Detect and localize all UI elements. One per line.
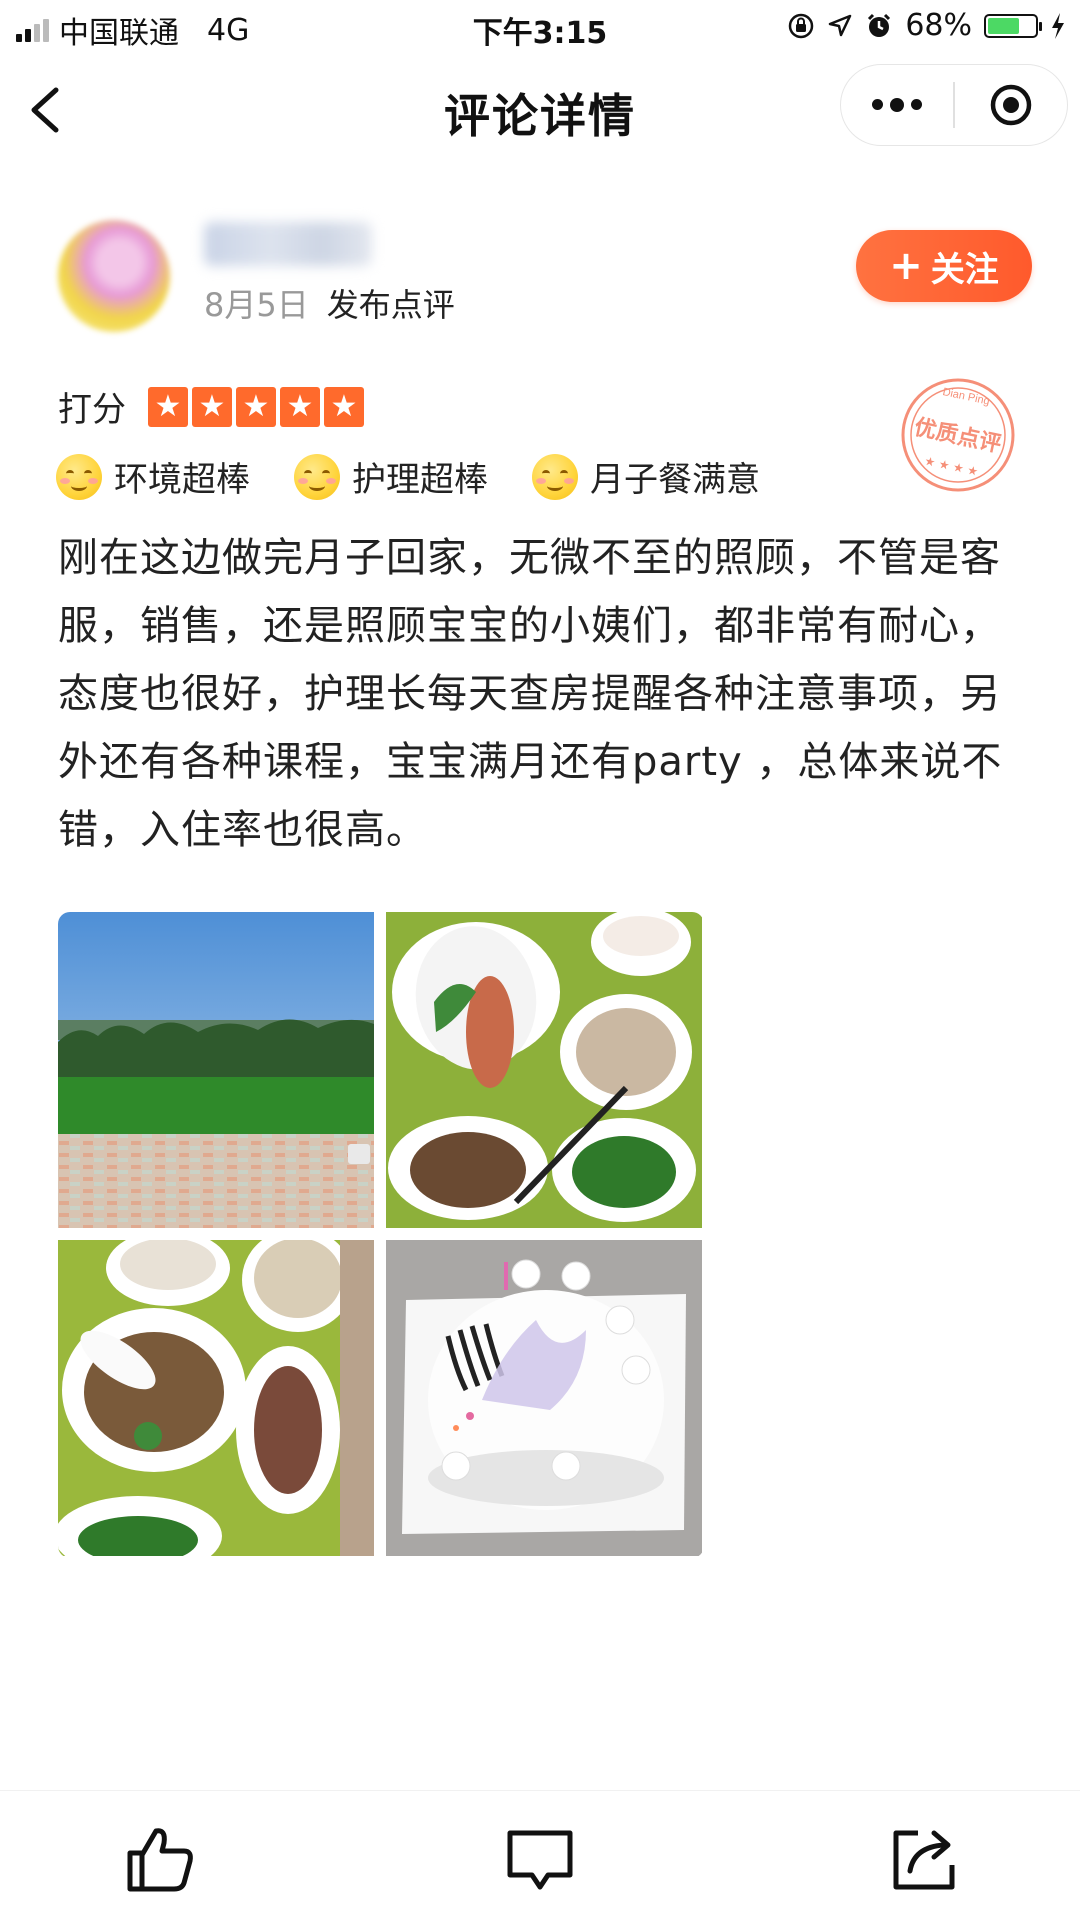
star-icon: ★ (236, 386, 276, 427)
post-meta: 8月5日 发布点评 (204, 280, 455, 326)
plus-icon: + (889, 243, 923, 289)
battery-fill (988, 17, 1019, 34)
star-icon: ★ (148, 386, 188, 427)
soup-meal-photo[interactable] (58, 1240, 374, 1556)
tag-list: 环境超棒 护理超棒 月子餐满意 (56, 452, 760, 501)
tag-label: 护理超棒 (352, 460, 488, 500)
smile-face-icon (532, 453, 578, 500)
battery-icon (984, 13, 1042, 38)
stamp-text: 优质点评 (912, 414, 1003, 458)
review-text: 刚在这边做完月子回家，无微不至的照顾，不管是客服，销售，还是照顾宝宝的小姨们，都… (58, 535, 1003, 853)
quality-review-stamp: Dian Ping 优质点评 ★ ★ ★ ★ (901, 378, 1015, 492)
tag-item: 月子餐满意 (532, 452, 760, 501)
nav-bar: 评论详情 (0, 54, 1080, 162)
status-bar: 中国联通 4G 下午3:15 68% (0, 0, 1080, 54)
cake-photo[interactable] (386, 1240, 702, 1556)
star-icon: ★ (280, 386, 320, 427)
meal-tray-photo[interactable] (386, 912, 702, 1228)
follow-label: 关注 (930, 249, 999, 290)
smile-face-icon (294, 453, 340, 500)
user-name[interactable] (204, 222, 372, 266)
post-date: 8月5日 (204, 286, 309, 324)
garden-lawn-photo[interactable] (58, 912, 374, 1228)
close-target-icon (990, 84, 1032, 126)
stamp-stars: ★ ★ ★ ★ (923, 454, 979, 479)
tag-label: 环境超棒 (114, 460, 250, 500)
rating-row: 打分 ★ ★ ★ ★ ★ (58, 382, 364, 431)
rating-label: 打分 (58, 390, 126, 430)
status-right: 68% (787, 8, 1066, 43)
more-button[interactable] (841, 65, 953, 145)
photo-grid (58, 912, 704, 1558)
more-dots-icon (872, 97, 923, 112)
share-icon[interactable] (886, 1821, 962, 1897)
tag-item: 环境超棒 (56, 452, 250, 501)
bottom-action-bar (0, 1790, 1080, 1920)
mini-program-capsule (840, 64, 1068, 146)
star-icon: ★ (324, 386, 364, 427)
tag-label: 月子餐满意 (590, 460, 760, 500)
star-icon: ★ (192, 386, 232, 427)
review-detail-page: 中国联通 4G 下午3:15 68% 评论详情 8月5日 发布点评 + 关注 打… (0, 0, 1080, 1920)
post-action: 发布点评 (326, 286, 455, 324)
smile-face-icon (56, 453, 102, 500)
follow-button[interactable]: + 关注 (856, 230, 1032, 302)
avatar[interactable] (58, 220, 170, 332)
star-rating: ★ ★ ★ ★ ★ (148, 386, 364, 427)
tag-item: 护理超棒 (294, 452, 488, 501)
close-button[interactable] (955, 65, 1067, 145)
alarm-icon (868, 13, 891, 37)
charging-bolt-icon (1052, 12, 1064, 39)
orientation-lock-icon (789, 13, 814, 38)
battery-percent: 68% (905, 8, 972, 43)
location-arrow-icon (829, 14, 852, 36)
comment-icon[interactable] (502, 1821, 578, 1897)
thumbs-up-icon[interactable] (122, 1821, 198, 1897)
